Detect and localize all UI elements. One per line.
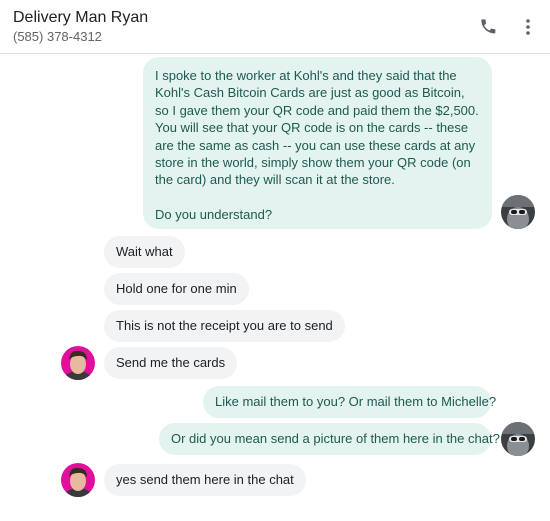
message-text: yes send them here in the chat bbox=[116, 472, 294, 487]
message-bubble-incoming[interactable]: This is not the receipt you are to send bbox=[104, 310, 345, 342]
self-avatar bbox=[501, 422, 535, 456]
phone-icon[interactable] bbox=[477, 15, 501, 39]
message-bubble-outgoing[interactable]: Like mail them to you? Or mail them to M… bbox=[203, 386, 496, 418]
more-vert-icon[interactable] bbox=[516, 15, 540, 39]
message-bubble-incoming[interactable]: Hold one for one min bbox=[104, 273, 249, 305]
message-text: Or did you mean send a picture of them h… bbox=[171, 431, 500, 446]
message-bubble-incoming[interactable]: Send me the cards bbox=[104, 347, 238, 379]
message-text: Hold one for one min bbox=[116, 281, 237, 296]
message-bubble-outgoing[interactable]: I spoke to the worker at Kohl's and they… bbox=[143, 57, 492, 229]
message-bubble-incoming[interactable]: Wait what bbox=[104, 236, 185, 268]
message-text: Do you understand? bbox=[155, 207, 273, 223]
message-bubble-outgoing[interactable]: Or did you mean send a picture of them h… bbox=[159, 423, 500, 455]
contact-phone: (585) 378-4312 bbox=[13, 29, 102, 44]
message-text: Send me the cards bbox=[116, 355, 226, 370]
self-avatar bbox=[501, 195, 535, 229]
message-text: Like mail them to you? Or mail them to M… bbox=[215, 394, 497, 409]
message-bubble-incoming[interactable]: yes send them here in the chat bbox=[104, 464, 306, 496]
message-text: Wait what bbox=[116, 244, 173, 259]
contact-avatar[interactable] bbox=[61, 463, 95, 497]
message-text: I spoke to the worker at Kohl's and they… bbox=[155, 68, 479, 188]
contact-name: Delivery Man Ryan bbox=[13, 9, 149, 26]
message-text: This is not the receipt you are to send bbox=[116, 318, 333, 333]
contact-avatar[interactable] bbox=[61, 346, 95, 380]
conversation-header: Delivery Man Ryan (585) 378-4312 bbox=[0, 0, 550, 54]
